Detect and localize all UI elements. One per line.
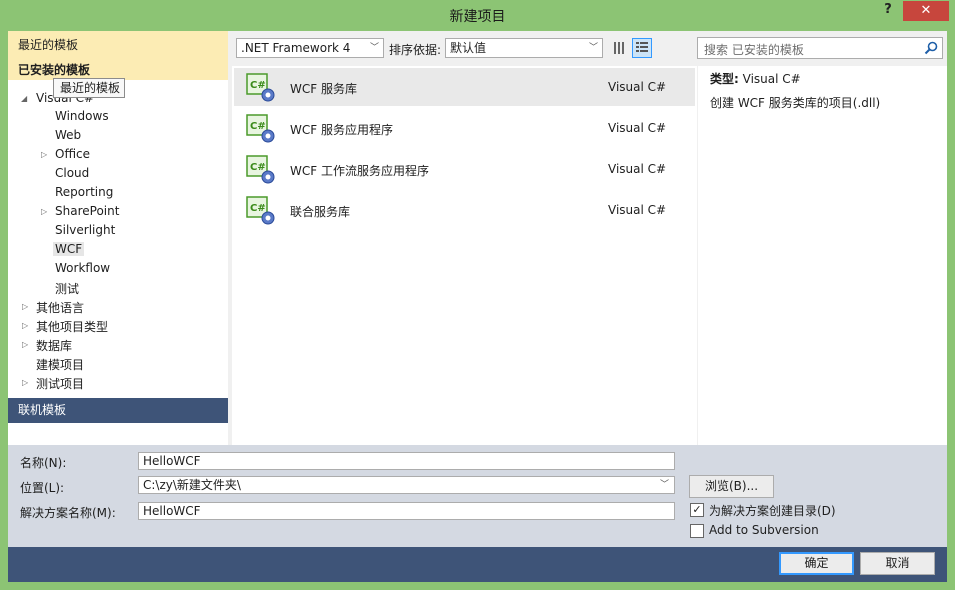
- tree-item-other-project-types[interactable]: 其他项目类型: [36, 318, 108, 335]
- template-item[interactable]: C# WCF 服务应用程序 Visual C#: [234, 109, 695, 147]
- template-language: Visual C#: [608, 121, 667, 135]
- wcf-cs-project-icon: C#: [246, 196, 275, 225]
- tree-item-workflow[interactable]: Workflow: [55, 261, 110, 275]
- chevron-down-icon: ﹀: [369, 43, 379, 53]
- title-bar: 新建项目 ? ✕: [0, 0, 955, 31]
- type-row: 类型: Visual C#: [710, 70, 801, 87]
- create-directory-checkbox[interactable]: ✓: [690, 503, 704, 517]
- browse-button[interactable]: 浏览(B)...: [689, 475, 774, 498]
- location-label: 位置(L):: [20, 481, 65, 495]
- add-to-subversion-label: Add to Subversion: [709, 523, 819, 537]
- name-field[interactable]: HelloWCF: [138, 452, 675, 470]
- tree-item-wcf[interactable]: WCF: [53, 242, 85, 256]
- wcf-cs-project-icon: C#: [246, 114, 275, 143]
- template-item[interactable]: C# WCF 工作流服务应用程序 Visual C#: [234, 150, 695, 188]
- tree-item-windows[interactable]: Windows: [55, 109, 109, 123]
- tree-item-test-projects[interactable]: 测试项目: [36, 375, 84, 392]
- sort-select[interactable]: 默认值 ﹀: [445, 38, 603, 58]
- tree-item-test[interactable]: 测试: [55, 280, 79, 297]
- template-name: WCF 服务库: [290, 82, 357, 96]
- location-field[interactable]: C:\zy\新建文件夹\ ﹀: [138, 476, 675, 494]
- svg-text:C#: C#: [250, 121, 266, 132]
- create-directory-label: 为解决方案创建目录(D): [709, 504, 836, 518]
- search-placeholder: 搜索 已安装的模板: [704, 43, 804, 57]
- wcf-cs-project-icon: C#: [246, 155, 275, 184]
- dialog-body: 最近的模板 已安装的模板 ◢ Visual C# Windows Web ▷ O…: [8, 31, 947, 582]
- chevron-down-icon[interactable]: ﹀: [660, 477, 669, 493]
- collapsed-arrow-icon[interactable]: ▷: [22, 321, 28, 330]
- sort-label: 排序依据:: [389, 43, 442, 57]
- tree-header: 最近的模板 已安装的模板: [8, 31, 228, 80]
- close-button[interactable]: ✕: [903, 1, 949, 21]
- sort-value: 默认值: [450, 41, 487, 55]
- small-icons-view-button[interactable]: [610, 38, 630, 58]
- template-name: WCF 服务应用程序: [290, 123, 393, 137]
- template-language: Visual C#: [608, 203, 667, 217]
- collapsed-arrow-icon[interactable]: ▷: [22, 340, 28, 349]
- solution-name-label: 解决方案名称(M):: [20, 506, 116, 520]
- tree-item-office[interactable]: Office: [55, 147, 90, 161]
- collapsed-arrow-icon[interactable]: ▷: [22, 302, 28, 311]
- tooltip: 最近的模板: [53, 78, 125, 98]
- svg-text:C#: C#: [250, 80, 266, 91]
- tree-item-web[interactable]: Web: [55, 128, 81, 142]
- wcf-cs-project-icon: C#: [246, 73, 275, 102]
- search-icon[interactable]: [924, 41, 938, 55]
- template-details: 类型: Visual C# 创建 WCF 服务类库的项目(.dll): [698, 66, 947, 445]
- window-title: 新建项目: [449, 9, 506, 25]
- template-language: Visual C#: [608, 162, 667, 176]
- type-value: Visual C#: [742, 72, 801, 86]
- svg-text:C#: C#: [250, 162, 266, 173]
- add-to-subversion-checkbox[interactable]: [690, 524, 704, 538]
- tree-item-other-languages[interactable]: 其他语言: [36, 299, 84, 316]
- expanded-arrow-icon[interactable]: ◢: [21, 94, 27, 103]
- ok-button[interactable]: 确定: [779, 552, 854, 575]
- svg-text:C#: C#: [250, 203, 266, 214]
- framework-select[interactable]: .NET Framework 4 ﹀: [236, 38, 384, 58]
- collapsed-arrow-icon[interactable]: ▷: [41, 150, 47, 159]
- list-view-icon: [636, 42, 648, 52]
- tree-item-modeling-projects[interactable]: 建模项目: [36, 356, 84, 373]
- tree-item-reporting[interactable]: Reporting: [55, 185, 113, 199]
- template-item[interactable]: C# 联合服务库 Visual C#: [234, 191, 695, 229]
- location-value: C:\zy\新建文件夹\: [143, 478, 241, 492]
- project-form: 名称(N): HelloWCF 位置(L): C:\zy\新建文件夹\ ﹀ 浏览…: [8, 445, 947, 582]
- grid-view-icon: [614, 42, 624, 54]
- template-list: C# WCF 服务库 Visual C# C# WCF 服务应用程序 Visua…: [232, 66, 697, 445]
- help-button[interactable]: ?: [878, 2, 898, 20]
- tree-item-silverlight[interactable]: Silverlight: [55, 223, 115, 237]
- online-templates-item[interactable]: 联机模板: [8, 398, 228, 423]
- template-name: 联合服务库: [290, 205, 351, 219]
- installed-templates-item[interactable]: 已安装的模板: [18, 61, 90, 78]
- recent-templates-item[interactable]: 最近的模板: [18, 36, 78, 53]
- template-item[interactable]: C# WCF 服务库 Visual C#: [234, 68, 695, 106]
- cancel-button[interactable]: 取消: [860, 552, 935, 575]
- framework-value: .NET Framework 4: [241, 41, 351, 55]
- list-view-button[interactable]: [632, 38, 652, 58]
- template-language: Visual C#: [608, 80, 667, 94]
- template-description: 创建 WCF 服务类库的项目(.dll): [710, 96, 881, 110]
- collapsed-arrow-icon[interactable]: ▷: [22, 378, 28, 387]
- chevron-down-icon: ﹀: [588, 43, 598, 53]
- solution-name-field[interactable]: HelloWCF: [138, 502, 675, 520]
- template-name: WCF 工作流服务应用程序: [290, 164, 429, 178]
- name-label: 名称(N):: [20, 456, 67, 470]
- tree-item-database[interactable]: 数据库: [36, 337, 72, 354]
- collapsed-arrow-icon[interactable]: ▷: [41, 207, 47, 216]
- template-tree: 最近的模板 已安装的模板 ◢ Visual C# Windows Web ▷ O…: [8, 31, 228, 445]
- tree-item-cloud[interactable]: Cloud: [55, 166, 89, 180]
- search-box[interactable]: 搜索 已安装的模板: [697, 37, 943, 59]
- type-label: 类型:: [710, 72, 739, 86]
- button-bar: 确定 取消: [8, 547, 947, 582]
- tree-item-sharepoint[interactable]: SharePoint: [55, 204, 119, 218]
